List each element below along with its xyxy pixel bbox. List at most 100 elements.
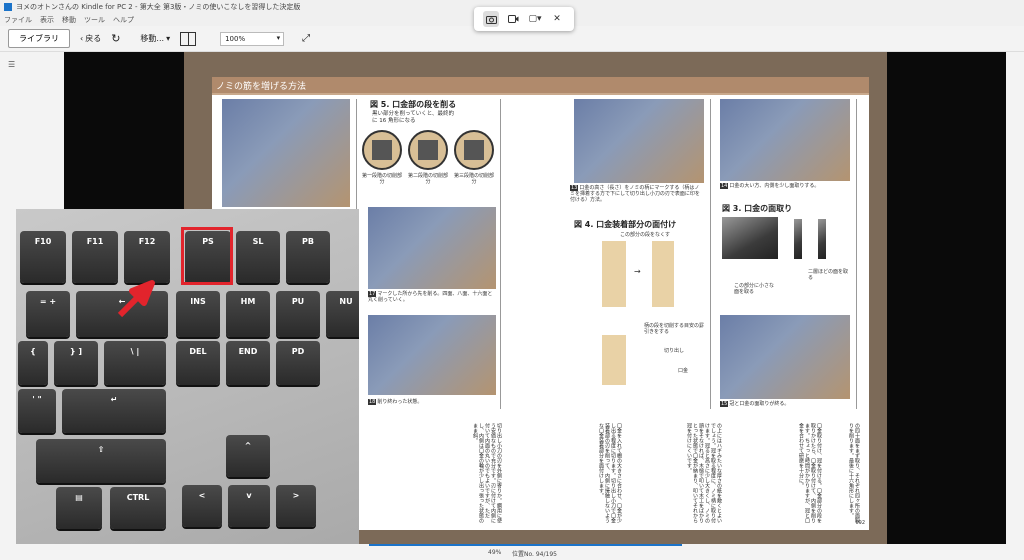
fig4-label: この部分の段をなくす xyxy=(620,232,671,238)
close-icon[interactable]: ✕ xyxy=(549,11,565,27)
caption-13: 13 口金の高さ（長さ）をノミの柄にマークする（柄はノミを挿着する方で下にして切り… xyxy=(570,185,700,203)
fig4-label4: 口金 xyxy=(678,368,689,374)
key-backslash: \ | xyxy=(104,341,166,385)
key-arrow-up: ^ xyxy=(226,435,270,477)
refresh-icon[interactable]: ↻ xyxy=(111,32,120,45)
menu-tools[interactable]: ツール xyxy=(84,15,105,25)
circle-stage-1 xyxy=(362,130,402,170)
fig5-title: 図 5. 口金部の段を削る xyxy=(370,100,457,109)
key-pause: PB xyxy=(286,231,330,283)
handle-diagram-3 xyxy=(602,335,626,385)
chamfer-diagram-2 xyxy=(818,219,826,259)
circle-label-1: 第一段階の切削部分 xyxy=(361,173,402,185)
key-insert: INS xyxy=(176,291,220,337)
fullscreen-icon[interactable]: ⤢ xyxy=(302,33,310,44)
toc-toggle-icon[interactable]: ☰ xyxy=(8,60,20,70)
key-numlock: NU xyxy=(326,291,359,337)
keyboard-photo-overlay: F10 F11 F12 PS SL PB = + ← INS HM PU NU … xyxy=(16,209,359,550)
fig5-subtitle: 黒い部分を削っていくと、最終的に 16 角形になる xyxy=(372,111,455,124)
video-icon[interactable] xyxy=(505,11,521,27)
kindle-app-window: ヨメのオトンさんの Kindle for PC 2 - 第大全 第3版・ノミの使… xyxy=(0,0,1024,560)
key-f12: F12 xyxy=(124,231,170,283)
menu-help[interactable]: ヘルプ xyxy=(113,15,134,25)
key-pageup: PU xyxy=(276,291,320,337)
camera-icon[interactable] xyxy=(483,11,499,27)
body-text-1: 切り出し小刀の刃を外側に寄りか。鋼用に使う安価なもので充分です。刃に付けて内側に… xyxy=(472,423,502,523)
key-scrolllock: SL xyxy=(236,231,280,283)
reading-location: 位置No. 94/195 xyxy=(512,551,557,558)
zoom-select[interactable]: 100% xyxy=(220,31,285,46)
printscreen-highlight-box xyxy=(181,227,233,285)
page-number: 092 xyxy=(855,520,865,526)
menu-go[interactable]: 移動 xyxy=(62,15,76,25)
key-shift: ⇧ xyxy=(36,439,166,483)
fig3-label2: この部分に小さな面を取る xyxy=(734,283,775,295)
back-button[interactable]: ‹ 戻る xyxy=(80,33,101,44)
key-f11: F11 xyxy=(72,231,118,283)
photo-step-13 xyxy=(574,99,704,183)
chamfer-diagram-1 xyxy=(794,219,802,259)
photo-step-14 xyxy=(720,99,850,181)
key-home: HM xyxy=(226,291,270,337)
window-capture-icon[interactable]: ▢▾ xyxy=(527,11,543,27)
key-brace-open: { xyxy=(18,341,48,385)
caption-14: 14 口金の大い方、内側を少し面取りする。 xyxy=(720,183,820,189)
page-header-title: ノミの筋を増げる方法 xyxy=(216,81,307,92)
kindle-logo-icon xyxy=(4,3,12,11)
page-header: ノミの筋を増げる方法 xyxy=(212,77,869,95)
key-quote: ' " xyxy=(18,389,56,433)
caption-15: 15 冠と口金の面取りが終る。 xyxy=(720,401,790,407)
fig3-label: 二層ほどの面を取る xyxy=(808,269,849,281)
fig4-label3: 切り出し xyxy=(664,348,685,354)
caption-17: 17 マークした所から先を削る。四面、八面、十六面と丸く削っていく。 xyxy=(368,291,493,303)
caption-18: 18 削り終わった状態。 xyxy=(368,399,423,405)
reading-percent: 49% xyxy=(488,549,502,556)
chevron-left-icon: ‹ xyxy=(80,34,84,43)
body-text-5: の四十面をまず取り、それぞれ四ヶ所の面取りを削ります。最後に十六角形にします。 xyxy=(848,423,860,523)
reading-progress-bar[interactable] xyxy=(369,544,682,546)
key-arrow-right: > xyxy=(276,485,316,527)
body-text-4: 口金取り付け、冠を付ける。口金部分の段を取りかけたら、口金取り付けて、内側を削り… xyxy=(798,423,822,523)
body-text-2: 口金を入れて棚の大きさに合わせ、口金が少し出る程度に切ります。切り出し小刀で口金… xyxy=(598,423,622,523)
go-label: 移動... xyxy=(140,34,165,43)
back-label: 戻る xyxy=(85,34,102,43)
key-f10: F10 xyxy=(20,231,66,283)
two-page-layout-icon[interactable] xyxy=(180,31,197,46)
handle-diagram-1 xyxy=(602,241,626,307)
fig4-label2: 柄の段を切削する目安の罫引きをする xyxy=(644,323,705,335)
menu-file[interactable]: ファイル xyxy=(4,15,32,25)
key-pagedown: PD xyxy=(276,341,320,385)
photo-man-carving xyxy=(222,99,350,207)
key-arrow-down: v xyxy=(228,485,270,527)
fig3-title: 図 3. 口金の面取り xyxy=(722,204,793,213)
red-arrow-icon xyxy=(116,279,156,319)
zoom-value: 100% xyxy=(225,34,246,43)
circle-label-3: 第三段階の切削部分 xyxy=(453,173,494,185)
status-bar: 49% 位置No. 94/195 xyxy=(0,544,1024,560)
photo-step-15 xyxy=(720,315,850,399)
circle-stage-2 xyxy=(408,130,448,170)
handle-diagram-2 xyxy=(652,241,674,307)
key-arrow-left: < xyxy=(182,485,222,527)
menu-view[interactable]: 表示 xyxy=(40,15,54,25)
body-text-3: の上にはハギみたいな厚さの紙を敷くとよいでしょう。冠を取る程度に、ノミ柄に取り付… xyxy=(686,423,722,523)
arrow-right-icon: → xyxy=(634,267,641,276)
photo-step-17 xyxy=(368,207,496,289)
fig4-title: 図 4. 口金装着部分の面付け xyxy=(574,220,677,229)
key-brace-close: } ] xyxy=(54,341,98,385)
chevron-down-icon: ▾ xyxy=(166,34,171,43)
key-delete: DEL xyxy=(176,341,220,385)
go-menu[interactable]: 移動... ▾ xyxy=(140,33,170,44)
capture-toolbar: ▢▾ ✕ xyxy=(474,7,574,31)
circle-label-2: 第二段階の切削部分 xyxy=(407,173,448,185)
key-ctrl: CTRL xyxy=(110,487,166,529)
photo-step-18 xyxy=(368,315,496,395)
library-button[interactable]: ライブラリ xyxy=(8,29,70,48)
ferrule-diagram xyxy=(722,217,778,259)
key-end: END xyxy=(226,341,270,385)
circle-stage-3 xyxy=(454,130,494,170)
key-menu: ▤ xyxy=(56,487,102,529)
key-equals: = + xyxy=(26,291,70,337)
key-enter: ↵ xyxy=(62,389,166,433)
window-title: ヨメのオトンさんの Kindle for PC 2 - 第大全 第3版・ノミの使… xyxy=(16,3,301,11)
